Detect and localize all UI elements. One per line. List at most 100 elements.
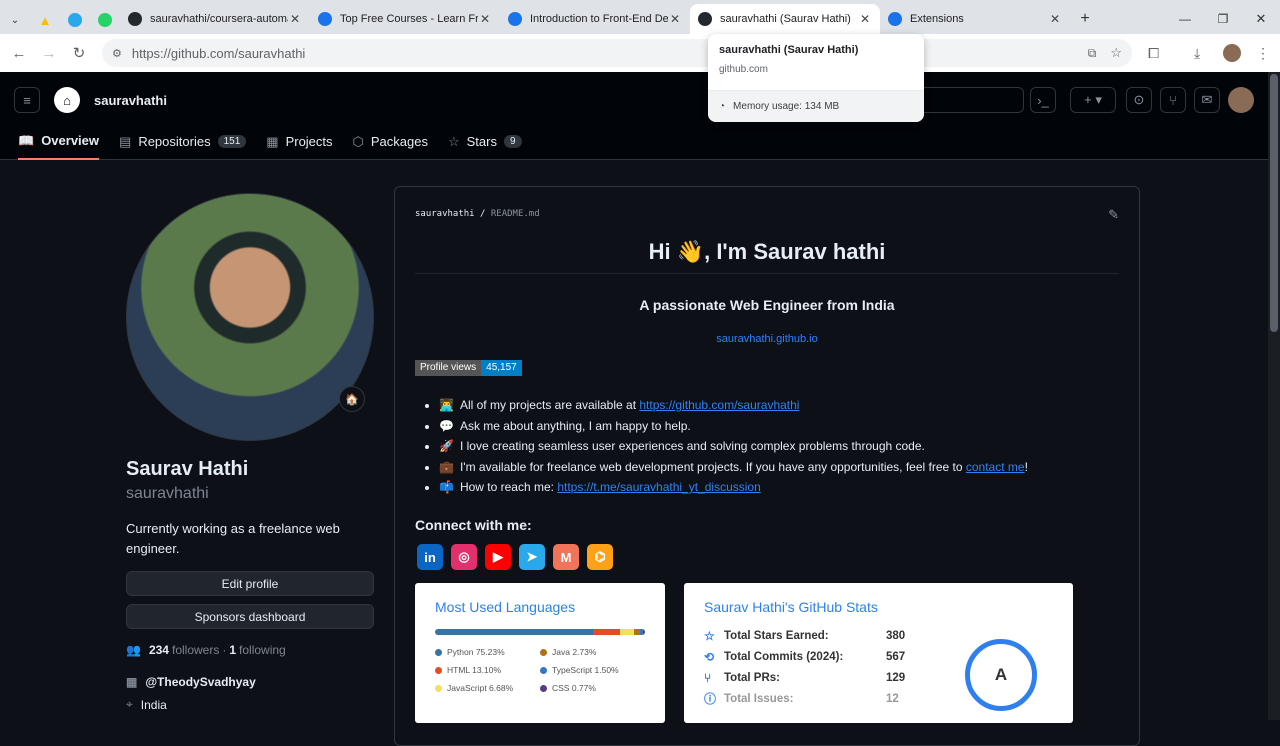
tab-close-icon[interactable]: ✕ [478,12,492,26]
telegram-icon[interactable]: ➤ [519,544,545,570]
site-info-icon[interactable]: ⚙ [112,47,122,60]
telegram-tab[interactable] [60,6,90,34]
followers-label[interactable]: followers [172,643,219,657]
linkedin-icon[interactable]: in [417,544,443,570]
browser-tab-1[interactable]: sauravhathi/coursera-automa ✕ [120,4,310,34]
bookmark-star-icon[interactable]: ☆ [1110,45,1122,61]
status-emoji-icon[interactable]: 🏠 [339,386,365,412]
drive-tab[interactable]: ▲ [30,6,60,34]
profile-avatar-large[interactable]: 🏠 [126,193,374,441]
readme-bullet: 💬 Ask me about anything, I am happy to he… [439,416,1028,437]
language-legend-item: HTML 13.10% [435,665,540,675]
overview-icon: 📖 [18,132,35,148]
stars-icon: ☆ [447,133,460,149]
tab-favicon-icon [698,12,712,26]
browser-menu-icon[interactable]: ⋮ [1256,45,1270,62]
language-dot [540,666,547,674]
forward-button[interactable]: → [34,45,64,62]
create-new-button[interactable]: + ▾ [1070,87,1116,113]
browser-tab-5[interactable]: Extensions ✕ [880,4,1070,34]
tab-label: Stars [466,134,497,149]
tab-repositories[interactable]: ▤ Repositories 151 [119,127,247,160]
stats-row-label: Total Issues: [724,692,794,705]
youtube-icon[interactable]: ▶ [485,544,511,570]
tab-packages[interactable]: ⬡ Packages [353,127,428,160]
whatsapp-tab[interactable] [90,6,120,34]
header-username[interactable]: sauravhathi [94,93,167,108]
tab-count-badge: 151 [217,135,247,148]
tab-close-icon[interactable]: ✕ [1048,12,1062,26]
tab-close-icon[interactable]: ✕ [288,12,302,26]
hamburger-menu-button[interactable]: ≡ [14,87,40,113]
leetcode-icon[interactable]: ⌬ [587,544,613,570]
tab-label: Packages [370,134,428,149]
restore-button[interactable]: ❐ [1204,4,1242,34]
reload-button[interactable]: ↻ [64,44,94,62]
profile-nav: 📖 Overview ▤ Repositories 151 ▦ Projects ⬡ Packa… [18,127,542,160]
sponsors-dashboard-button[interactable]: Sponsors dashboard [126,604,374,629]
readme-greeting: Hi 👋, I'm Saurav hathi [415,239,1119,274]
location-text: India [140,697,167,712]
followers-count[interactable]: 234 [149,643,169,657]
readme-subtitle: A passionate Web Engineer from India [639,297,895,313]
search-input[interactable] [914,87,1024,113]
repositories-icon: ▤ [119,133,132,149]
tab-close-icon[interactable]: ✕ [668,12,682,26]
social-links: in ◎ ▶ ➤ M ⌬ [417,544,613,570]
command-palette-button[interactable]: ›_ [1030,87,1056,113]
pull-requests-icon[interactable]: ⑂ [1160,87,1186,113]
notifications-icon[interactable]: ✉ [1194,87,1220,113]
address-bar-row: ← → ↻ ⚙ https://github.com/sauravhathi ⧉… [0,34,1280,72]
medium-icon[interactable]: M [553,544,579,570]
new-tab-button[interactable]: + [1070,4,1100,34]
extensions-icon[interactable]: ⧠ [1148,45,1159,62]
tab-stars[interactable]: ☆ Stars 9 [448,127,522,160]
install-app-icon[interactable]: ⧉ [1088,46,1097,61]
browser-tab-2[interactable]: Top Free Courses - Learn Free ✕ [310,4,500,34]
tab-search-button[interactable]: ⌄ [0,6,30,34]
readme-site-link[interactable]: sauravhathi.github.io [395,333,1139,345]
minimize-button[interactable]: — [1166,4,1204,34]
omnibox[interactable]: ⚙ https://github.com/sauravhathi ⧉ ☆ [102,39,1132,67]
issues-icon[interactable]: ⊙ [1126,87,1152,113]
edit-readme-pencil-icon[interactable]: ✎ [1108,207,1119,223]
profile-views-badge: Profile views 45,157 [415,360,522,376]
language-legend-item: JavaScript 6.68% [435,683,540,693]
tab-close-icon[interactable]: ✕ [858,12,872,26]
instagram-icon[interactable]: ◎ [451,544,477,570]
org-row: ▦ @TheodySvadhyay [126,675,374,689]
bullet-link[interactable]: https://t.me/sauravhathi_yt_discussion [557,480,760,494]
languages-card: Most Used Languages Python 75.23% Java 2.… [415,583,665,723]
tab-overview[interactable]: 📖 Overview [18,127,100,160]
profile-avatar[interactable] [1223,44,1241,62]
browser-tab-3[interactable]: Introduction to Front-End De ✕ [500,4,690,34]
back-button[interactable]: ← [4,45,34,62]
bullet-text: Ask me about anything, I am happy to hel… [459,418,691,433]
bullet-text: How to reach me: [459,480,558,494]
readme-path-file[interactable]: README.md [491,209,540,219]
packages-icon: ⬡ [352,133,364,149]
readme-path-user[interactable]: sauravhathi [415,209,475,219]
stats-row-value: 380 [886,629,906,642]
following-count[interactable]: 1 [229,643,236,657]
bullet-link[interactable]: https://github.com/sauravhathi [639,398,799,412]
page-scrollbar[interactable] [1268,72,1280,720]
tab-favicon-icon [318,12,332,26]
close-window-button[interactable]: ✕ [1242,4,1280,34]
bullet-link[interactable]: contact me [966,460,1025,474]
location-icon: ⌖ [126,697,133,711]
org-link[interactable]: @TheodySvadhyay [145,675,255,689]
following-label[interactable]: following [239,643,286,657]
url-text: https://github.com/sauravhathi [131,45,306,61]
tab-projects[interactable]: ▦ Projects [266,127,332,160]
user-avatar[interactable] [1228,87,1254,113]
projects-icon: ▦ [266,133,279,149]
browser-tab-4[interactable]: sauravhathi (Saurav Hathi) ✕ [690,4,880,34]
readme-bullet: 🚀 I love creating seamless user experienc… [439,436,1028,457]
scrollbar-thumb[interactable] [1270,74,1278,332]
language-bar-segment [643,629,645,635]
stats-row-icon: ⟲ [704,649,715,664]
download-icon[interactable]: ⤓ [1194,45,1200,62]
edit-profile-button[interactable]: Edit profile [126,571,374,596]
github-logo-icon[interactable]: ⌂ [54,87,80,113]
